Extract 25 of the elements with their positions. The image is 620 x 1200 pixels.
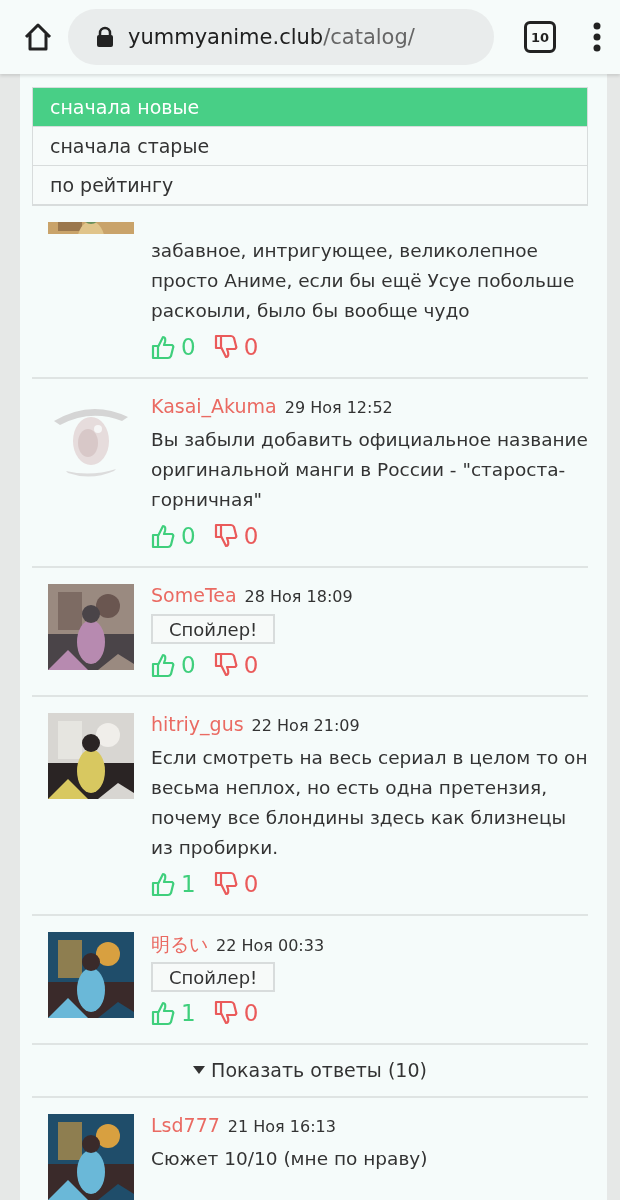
comment-text: Вы забыли добавить официальное название оригинальной манги в России - "староста-горничная" <box>151 428 588 512</box>
like-count: 0 <box>181 652 196 678</box>
address-bar[interactable]: yummyanime.club/catalog/ <box>68 9 494 65</box>
dislike-count: 0 <box>243 652 259 678</box>
dislike-count: 0 <box>243 334 259 360</box>
comment-text: забавное, интригующее, великолепное просто Аниме, если бы ещё Усуе побольше раскоыли, было бы вообще чудо <box>151 239 576 323</box>
comment-date: 21 Ноя 16:13 <box>227 1117 336 1136</box>
dislike-count: 0 <box>243 523 259 549</box>
url-text: yummyanime.club/catalog/ <box>128 25 415 49</box>
comment-date: 22 Ноя 00:33 <box>216 936 325 955</box>
like-count: 0 <box>181 334 196 360</box>
like-count: 1 <box>181 871 196 897</box>
dislike-count: 0 <box>243 871 259 897</box>
comment-date: 22 Ноя 21:09 <box>251 716 360 735</box>
comment-text: Если смотреть на весь сериал в целом то он весьма неплох, но есть одна претензия, почему все блондины здесь как близнецы из пробирки. <box>151 746 588 860</box>
show-replies-button[interactable]: Показать ответы (10) <box>193 1059 427 1081</box>
like-count: 1 <box>181 1000 196 1026</box>
like-count: 0 <box>181 523 196 549</box>
spoiler-button[interactable]: Спойлер! <box>151 614 276 644</box>
spoiler-button[interactable]: Спойлер! <box>151 962 276 992</box>
comment-date: 29 Ноя 12:52 <box>284 398 393 417</box>
tab-count-button[interactable]: 10 <box>524 21 556 53</box>
dislike-count: 0 <box>243 1000 259 1026</box>
comment-date: 28 Ноя 18:09 <box>244 587 353 606</box>
comment-text: Сюжет 10/10 (мне по нраву) <box>151 1147 429 1171</box>
